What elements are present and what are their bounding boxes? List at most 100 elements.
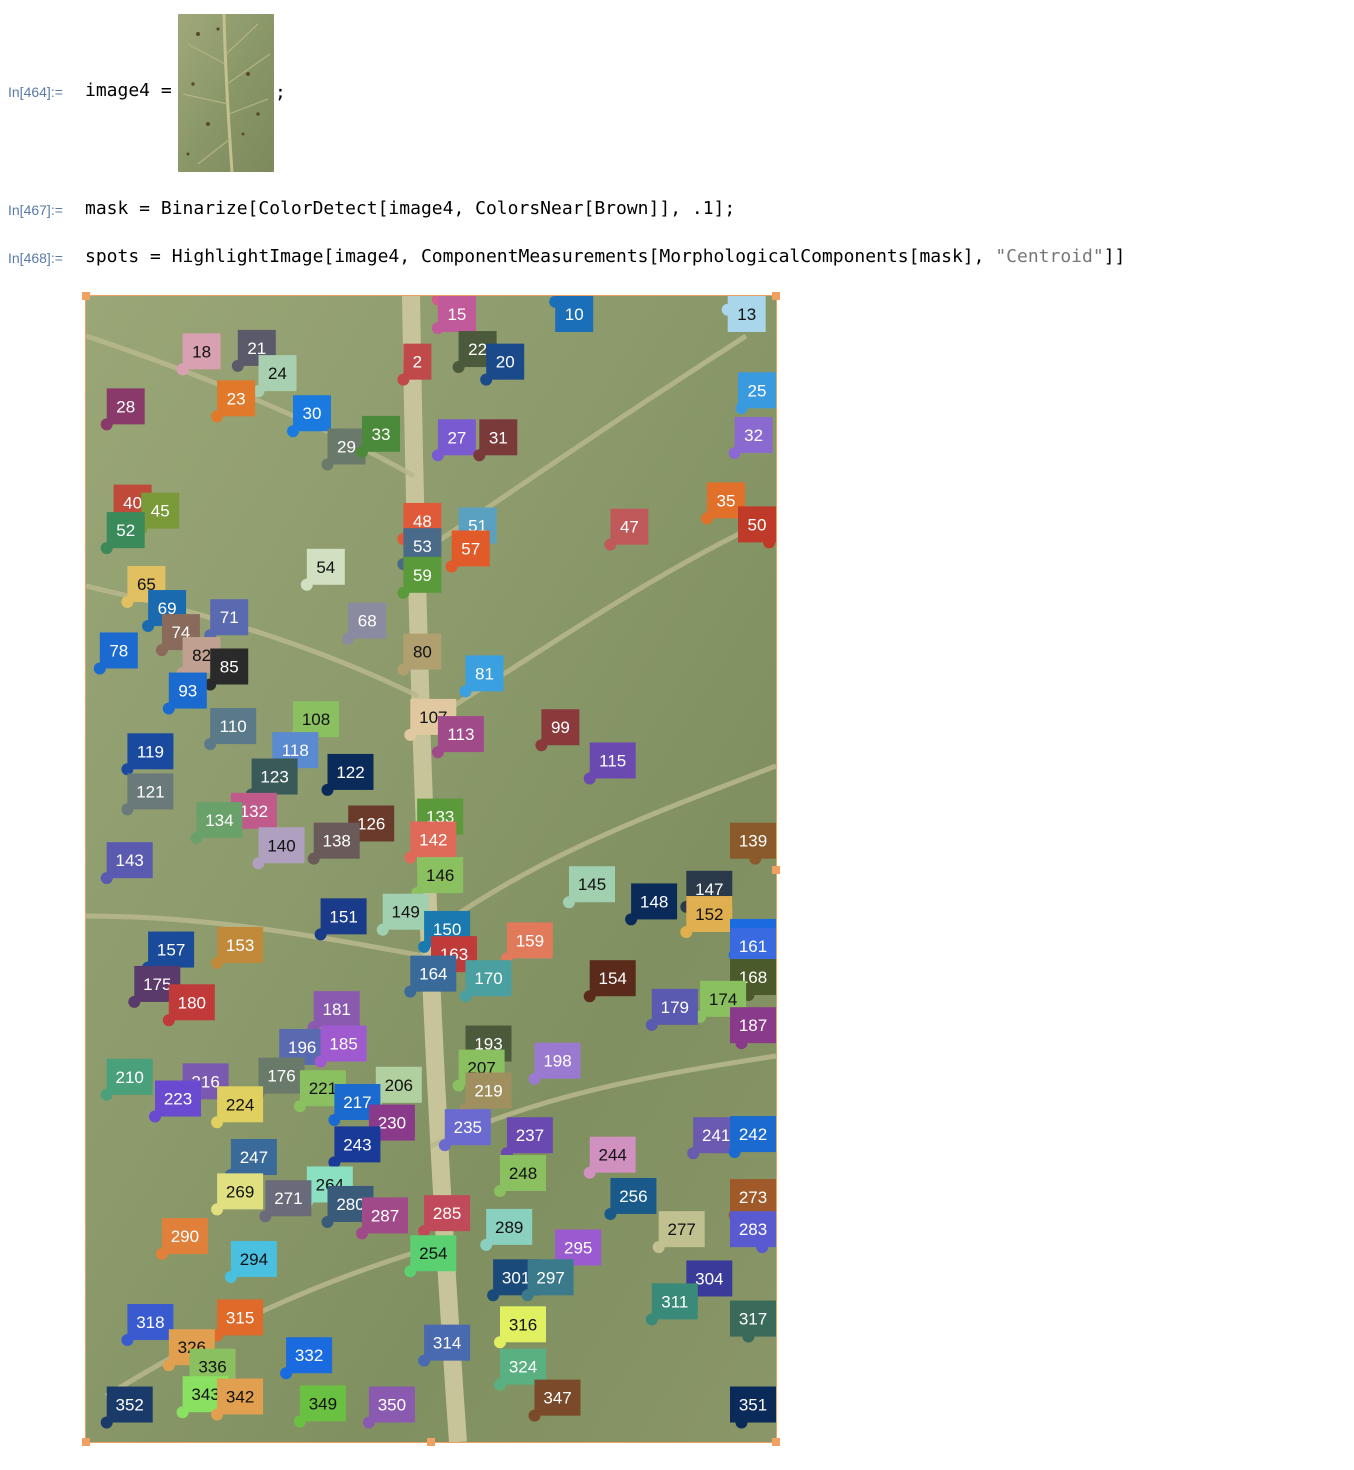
centroid-dot xyxy=(211,1408,224,1421)
label-text: 181 xyxy=(323,1000,351,1019)
label-text: 221 xyxy=(309,1079,337,1098)
centroid-marker-180: 180 xyxy=(162,984,215,1027)
centroid-dot xyxy=(687,1147,700,1160)
centroid-marker-113: 113 xyxy=(431,716,484,759)
centroid-dot xyxy=(652,1241,665,1254)
centroid-dot xyxy=(328,1113,341,1126)
centroid-marker-71: 71 xyxy=(204,599,249,642)
label-text: 27 xyxy=(447,428,466,447)
resize-handle-bottom-left[interactable] xyxy=(82,1438,90,1446)
centroid-marker-143: 143 xyxy=(100,842,153,885)
centroid-marker-52: 52 xyxy=(100,512,145,555)
cell-input-image4[interactable]: image4 = xyxy=(85,80,172,101)
cell-input-mask[interactable]: mask = Binarize[ColorDetect[image4, Colo… xyxy=(85,198,735,219)
resize-handle-top-right[interactable] xyxy=(772,292,780,300)
centroid-marker-254: 254 xyxy=(404,1235,457,1278)
centroid-marker-68: 68 xyxy=(342,602,387,645)
label-text: 235 xyxy=(454,1118,482,1137)
label-text: 134 xyxy=(205,811,233,830)
centroid-marker-219: 219 xyxy=(459,1072,512,1115)
centroid-dot xyxy=(321,458,334,471)
centroid-dot xyxy=(735,1037,748,1050)
centroid-dot xyxy=(93,662,106,675)
centroid-dot xyxy=(756,1241,769,1254)
resize-handle-bottom[interactable] xyxy=(427,1438,435,1446)
label-text: 15 xyxy=(447,305,466,324)
label-text: 271 xyxy=(274,1189,302,1208)
centroid-dot xyxy=(128,995,141,1008)
label-text: 244 xyxy=(599,1146,627,1165)
centroid-dot xyxy=(397,586,410,599)
label-text: 25 xyxy=(748,381,767,400)
centroid-dot xyxy=(142,620,155,633)
centroid-dot xyxy=(604,1207,617,1220)
centroid-marker-28: 28 xyxy=(100,388,145,431)
centroid-marker-20: 20 xyxy=(480,343,525,386)
label-text: 45 xyxy=(151,502,170,521)
label-text: 30 xyxy=(303,404,322,423)
centroid-dot xyxy=(300,578,313,591)
centroid-marker-235: 235 xyxy=(438,1109,491,1152)
label-text: 280 xyxy=(336,1195,364,1214)
label-text: 314 xyxy=(433,1334,461,1353)
centroid-dot xyxy=(314,928,327,941)
label-text: 175 xyxy=(143,975,171,994)
centroid-marker-352: 352 xyxy=(100,1386,153,1429)
centroid-dot xyxy=(162,1014,175,1027)
centroid-marker-289: 289 xyxy=(480,1208,533,1251)
label-text: 349 xyxy=(309,1394,337,1413)
centroid-marker-78: 78 xyxy=(93,632,138,675)
centroid-dot xyxy=(155,644,168,657)
resize-handle-bottom-right[interactable] xyxy=(772,1438,780,1446)
label-text: 187 xyxy=(739,1016,767,1035)
centroid-dot xyxy=(252,857,265,870)
cell-input-spots[interactable]: spots = HighlightImage[image4, Component… xyxy=(85,246,1125,267)
centroid-dot xyxy=(452,361,465,374)
centroid-marker-32: 32 xyxy=(728,417,773,460)
centroid-dot xyxy=(342,632,355,645)
centroid-dot xyxy=(307,852,320,865)
label-text: 151 xyxy=(329,907,357,926)
label-text: 297 xyxy=(536,1268,564,1287)
label-text: 145 xyxy=(578,875,606,894)
label-text: 170 xyxy=(474,969,502,988)
label-text: 164 xyxy=(419,965,447,984)
label-text: 54 xyxy=(316,558,335,577)
centroid-marker-224: 224 xyxy=(211,1086,264,1129)
cell-label-467: In[467]:= xyxy=(8,202,63,218)
centroid-dot xyxy=(176,363,189,376)
label-text: 123 xyxy=(260,768,288,787)
label-text: 18 xyxy=(192,342,211,361)
centroid-dot xyxy=(728,1146,741,1159)
label-text: 78 xyxy=(109,641,128,660)
centroid-marker-256: 256 xyxy=(604,1177,657,1220)
highlighted-leaf-image[interactable]: 9101315182124222202328302529332731323540… xyxy=(82,292,780,1446)
resize-handle-right[interactable] xyxy=(772,866,780,874)
label-text: 206 xyxy=(385,1076,413,1095)
label-text: 332 xyxy=(295,1346,323,1365)
centroid-dot xyxy=(583,1166,596,1179)
centroid-marker-153: 153 xyxy=(211,926,264,969)
label-text: 311 xyxy=(661,1292,688,1311)
centroid-dot xyxy=(397,663,410,676)
label-text: 350 xyxy=(378,1396,406,1415)
centroid-marker-146: 146 xyxy=(411,857,464,900)
label-text: 115 xyxy=(599,751,626,770)
label-text: 108 xyxy=(302,710,330,729)
label-text: 180 xyxy=(178,993,206,1012)
label-text: 347 xyxy=(543,1389,571,1408)
label-text: 273 xyxy=(739,1188,767,1207)
resize-handle-top-left[interactable] xyxy=(82,292,90,300)
centroid-marker-10: 10 xyxy=(549,296,594,332)
centroid-marker-80: 80 xyxy=(397,633,442,676)
centroid-marker-277: 277 xyxy=(652,1211,705,1254)
centroid-dot xyxy=(321,1215,334,1228)
label-text: 179 xyxy=(661,998,689,1017)
centroid-marker-248: 248 xyxy=(494,1155,546,1198)
centroid-dot xyxy=(625,913,638,926)
label-text: 33 xyxy=(372,425,391,444)
centroid-marker-47: 47 xyxy=(604,508,649,551)
leaf-thumbnail[interactable] xyxy=(178,14,274,172)
centroid-dot xyxy=(121,595,134,608)
centroid-marker-223: 223 xyxy=(149,1080,201,1123)
